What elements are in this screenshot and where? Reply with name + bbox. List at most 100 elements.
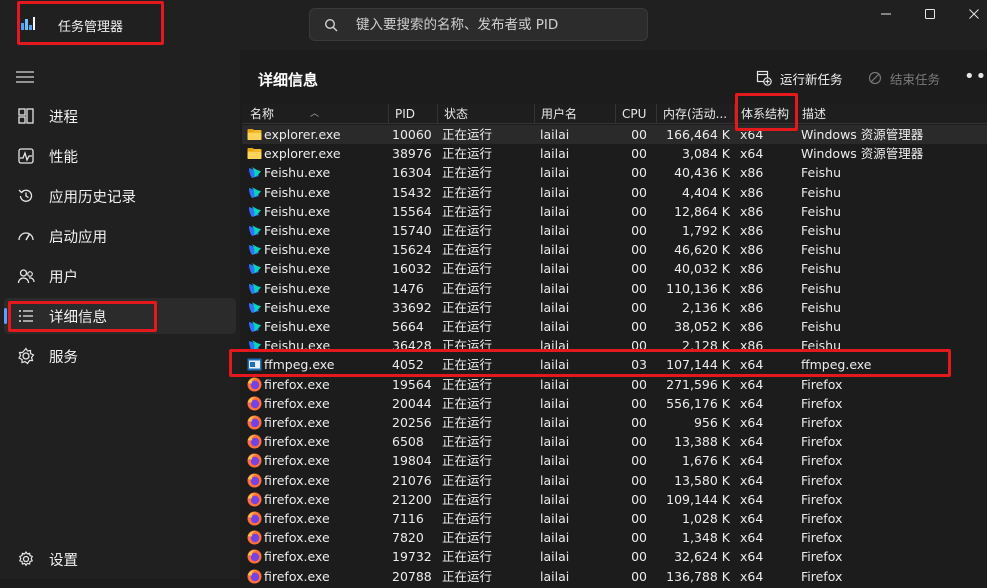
end-task-label: 结束任务 [890,71,941,87]
search-input[interactable] [356,15,636,35]
cell-arch: x86 [740,280,764,296]
table-row[interactable]: Feishu.exe 16304 正在运行 lailai 00 40,436 K x86 Fe… [242,163,987,182]
cell-cpu: 00 [631,415,647,430]
table-row[interactable]: firefox.exe 19804 正在运行 lailai 00 1,676 K x64 Fi… [242,451,987,470]
cell-pid: 1476 [392,280,424,296]
cell-mem: 166,464 K [666,127,730,142]
cell-status: 正在运行 [442,203,493,219]
sidebar-item-startup-apps[interactable]: 启动应用 [0,218,240,254]
more-options-icon[interactable]: ••• [964,66,987,87]
column-header-username[interactable]: 用户名 [534,104,615,124]
cell-mem: 110,136 K [666,280,730,296]
cell-cpu: 00 [631,376,647,392]
cell-desc: Firefox [801,472,843,488]
sidebar-item-app-history[interactable]: 应用历史记录 [0,178,240,214]
sidebar-item-label: 服务 [49,350,78,366]
annotation-box-architecture [735,93,798,131]
cell-user: lailai [540,530,570,546]
sidebar-item-services[interactable]: 服务 [0,338,240,374]
cell-pid: 15740 [392,223,432,238]
table-row[interactable]: Feishu.exe 15624 正在运行 lailai 00 46,620 K x86 Fe… [242,240,987,259]
cell-desc: Feishu [801,223,842,238]
run-new-task-button[interactable]: 运行新任务 [756,66,843,90]
cell-status: 正在运行 [442,568,493,584]
hamburger-menu-icon[interactable] [16,70,34,84]
sidebar-item-label: 用户 [49,270,78,286]
cell-pid: 16304 [392,165,432,181]
cell-desc: Feishu [801,165,842,181]
cell-name: Feishu.exe [264,261,331,277]
table-row[interactable]: firefox.exe 21076 正在运行 lailai 00 13,580 K x64 F… [242,471,987,490]
sidebar-item-users[interactable]: 用户 [0,258,240,294]
cell-mem: 109,144 K [666,491,730,507]
cell-pid: 7116 [392,511,424,526]
cell-status: 正在运行 [442,511,493,526]
cell-status: 正在运行 [442,261,493,277]
feishu-app-icon [247,319,262,334]
cell-user: lailai [540,453,570,469]
cell-user: lailai [540,146,570,162]
firefox-app-icon [247,569,262,584]
cell-cpu: 00 [631,395,647,411]
table-header: 名称 ︿ PID 状态 用户名 CPU 内存(活动... 体系结构 描述 [242,104,987,124]
cell-user: lailai [540,511,570,526]
end-task-button[interactable]: 结束任务 [868,66,940,90]
sidebar-item-processes[interactable]: 进程 [0,98,240,134]
table-row[interactable]: Feishu.exe 33692 正在运行 lailai 00 2,136 K x86 Fei… [242,298,987,317]
column-header-memory[interactable]: 内存(活动... [656,104,734,124]
column-header-cpu[interactable]: CPU [615,104,656,124]
cell-mem: 40,032 K [674,261,730,277]
processes-icon [18,108,34,124]
table-row[interactable]: explorer.exe 38976 正在运行 lailai 00 3,084 K x64 W… [242,144,987,163]
cell-mem: 3,084 K [682,146,730,162]
cell-user: lailai [540,549,570,565]
cell-cpu: 00 [631,530,647,546]
cell-cpu: 00 [631,568,647,584]
maximize-button[interactable] [918,2,942,26]
table-row[interactable]: firefox.exe 19732 正在运行 lailai 00 32,624 K x64 F… [242,547,987,566]
cell-mem: 40,436 K [674,165,730,181]
table-row[interactable]: Feishu.exe 5664 正在运行 lailai 00 38,052 K x86 Fei… [242,317,987,336]
table-row[interactable]: firefox.exe 7116 正在运行 lailai 00 1,028 K x64 Fir… [242,509,987,528]
cell-name: firefox.exe [264,549,330,565]
table-row[interactable]: Feishu.exe 15564 正在运行 lailai 00 12,864 K x86 Fe… [242,202,987,221]
table-row[interactable]: explorer.exe 10060 正在运行 lailai 00 166,464 Kx6… [242,125,987,145]
cell-user: lailai [540,127,570,142]
close-button[interactable] [962,2,986,26]
table-row[interactable]: firefox.exe 19564 正在运行 lailai 00 271,596 K x64… [242,375,987,394]
minimize-button[interactable] [874,2,898,26]
column-header-status[interactable]: 状态 [437,104,534,124]
table-row[interactable]: firefox.exe 21200 正在运行 lailai 00 109,144 K x64… [242,490,987,509]
cell-user: lailai [540,242,570,258]
cell-mem: 956 K [693,415,730,430]
table-row[interactable]: Feishu.exe 15432 正在运行 lailai 00 4,404 K x86 Fei… [242,183,987,202]
cell-arch: x64 [740,568,764,584]
column-header-pid[interactable]: PID [388,104,437,124]
table-row[interactable]: firefox.exe 20044 正在运行 lailai 00 556,176 K x64… [242,394,987,413]
cell-arch: x86 [740,223,764,238]
cell-pid: 15624 [392,242,432,258]
sidebar-item-performance[interactable]: 性能 [0,138,240,174]
table-row[interactable]: Feishu.exe 15740 正在运行 lailai 00 1,792 K x86 Fei… [242,221,987,240]
column-header-description[interactable]: 描述 [795,104,987,124]
table-row[interactable]: firefox.exe 20256 正在运行 lailai 00 956 K x64 Fire… [242,413,987,432]
search-box[interactable] [309,8,648,41]
firefox-app-icon [247,415,262,430]
table-row[interactable]: Feishu.exe 1476 正在运行 lailai 00 110,136 K x86 Fe… [242,279,987,298]
cell-status: 正在运行 [442,299,493,315]
table-row[interactable]: firefox.exe 20788 正在运行 lailai 00 136,788 K x64… [242,567,987,586]
cell-arch: x64 [740,146,764,162]
cell-mem: 271,596 K [666,376,730,392]
cell-name: firefox.exe [264,395,330,411]
cell-desc: Firefox [801,395,843,411]
cell-name: Feishu.exe [264,165,331,181]
table-row[interactable]: firefox.exe 7820 正在运行 lailai 00 1,348 K x64 Fir… [242,528,987,547]
table-row[interactable]: firefox.exe 6508 正在运行 lailai 00 13,388 K x64 Fi… [242,432,987,451]
column-header-name[interactable]: 名称 ︿ [242,104,388,124]
cell-user: lailai [540,415,570,430]
sidebar-item-settings[interactable]: 设置 [0,541,240,577]
cell-cpu: 00 [631,319,647,334]
performance-icon [18,148,34,164]
cell-user: lailai [540,568,570,584]
table-row[interactable]: Feishu.exe 16032 正在运行 lailai 00 40,032 K x86 Fe… [242,259,987,278]
